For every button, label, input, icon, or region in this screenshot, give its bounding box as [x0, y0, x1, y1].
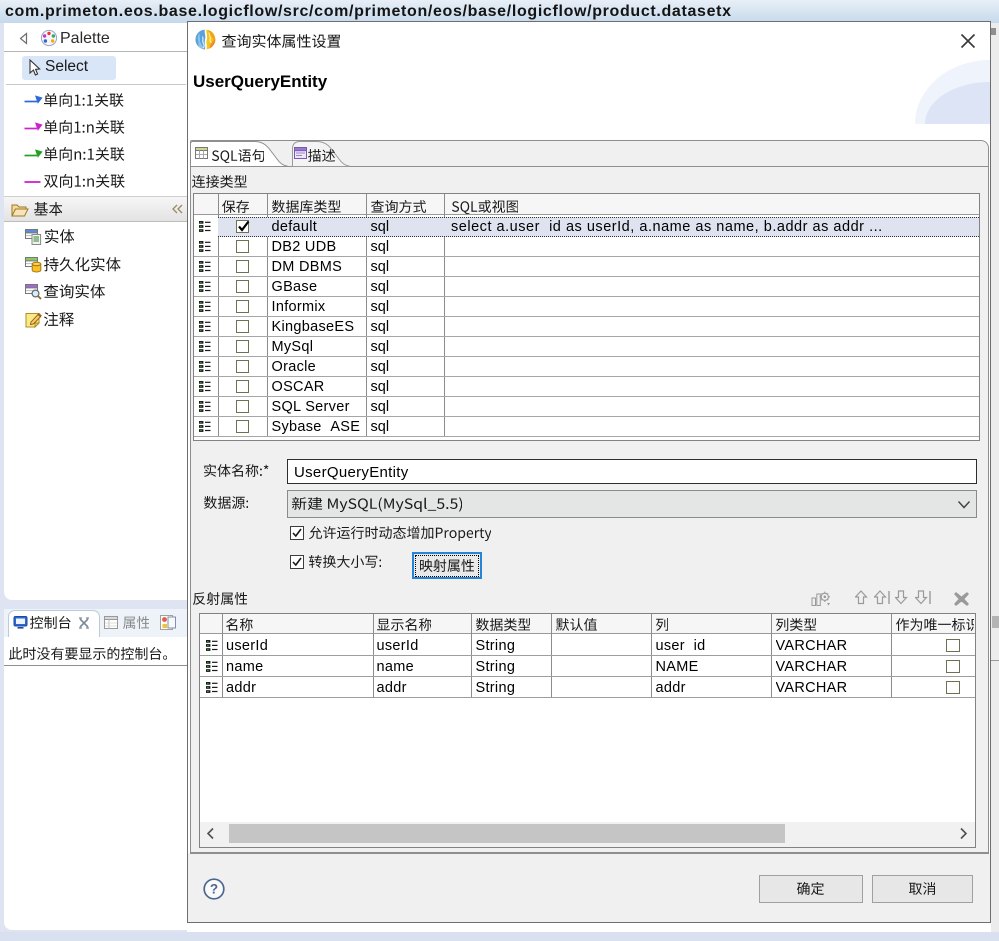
svg-text:?: ? [210, 882, 218, 897]
